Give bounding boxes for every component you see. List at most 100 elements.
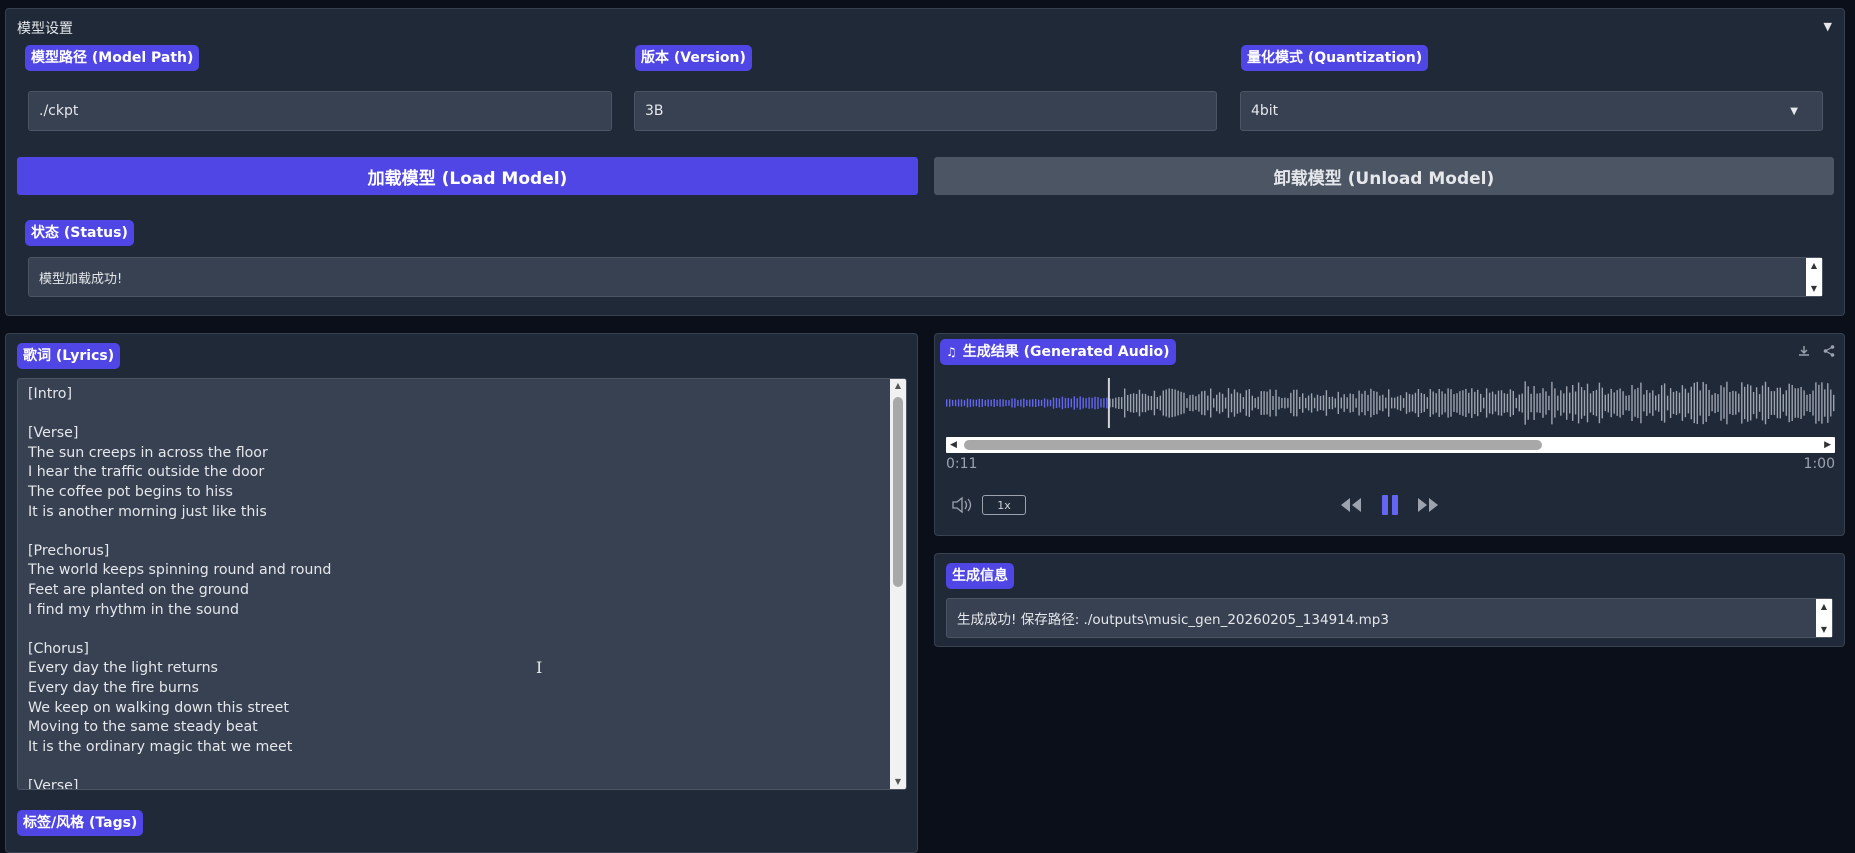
waveform-bar	[1055, 397, 1058, 408]
rewind-icon[interactable]	[1339, 495, 1363, 515]
waveform-bar	[1076, 398, 1078, 408]
waveform-bar	[1251, 395, 1253, 411]
waveform-bar	[1364, 390, 1366, 416]
lyrics-textarea[interactable]: [Intro] [Verse] The sun creeps in across…	[17, 378, 907, 790]
playhead[interactable]	[1107, 378, 1110, 428]
waveform-bar	[1052, 397, 1055, 409]
download-icon[interactable]	[1793, 340, 1815, 362]
waveform-bar	[1803, 390, 1805, 416]
waveform-bar	[1557, 395, 1559, 411]
waveform-bar	[1070, 398, 1072, 408]
waveform-bar	[1168, 388, 1170, 418]
waveform-bar	[1124, 388, 1126, 418]
waveform-bar	[1183, 392, 1185, 414]
waveform-bar	[1061, 396, 1064, 410]
audio-label-text: 生成结果 (Generated Audio)	[962, 344, 1170, 360]
status-textbox[interactable]: 模型加载成功! ▲ ▼	[28, 257, 1823, 297]
waveform-bar	[966, 398, 969, 408]
waveform-bar	[949, 399, 951, 407]
fast-forward-icon[interactable]	[1416, 495, 1440, 515]
waveform-bar	[1809, 394, 1811, 412]
audio-waveform[interactable]	[945, 378, 1835, 428]
info-textbox[interactable]: 生成成功! 保存路径: ./outputs\music_gen_20260205…	[946, 598, 1833, 638]
waveform-bar	[1064, 397, 1067, 409]
share-icon[interactable]	[1818, 340, 1840, 362]
waveform-bar	[1563, 393, 1565, 413]
waveform-bar	[1118, 397, 1120, 409]
waveform-bar	[1818, 384, 1820, 422]
waveform-bar	[1272, 396, 1274, 410]
waveform-bar	[1236, 392, 1239, 414]
waveform-bar	[1500, 390, 1503, 416]
waveform-bar	[1340, 397, 1342, 409]
waveform-bar	[1494, 394, 1497, 412]
waveform-bar	[1162, 390, 1164, 416]
waveform-bar	[957, 399, 960, 407]
waveform-bar	[1138, 389, 1141, 417]
waveform-bar	[1661, 385, 1663, 421]
waveform-bar	[1043, 398, 1046, 408]
waveform-bar	[1144, 393, 1147, 413]
playback-speed-button[interactable]: 1x	[982, 495, 1026, 515]
scroll-up-icon[interactable]: ▲	[890, 379, 906, 393]
accordion-title[interactable]: 模型设置	[17, 18, 73, 38]
waveform-bar	[1566, 386, 1568, 420]
lyrics-scrollbar[interactable]: ▲ ▼	[890, 379, 906, 789]
lyrics-text: [Intro] [Verse] The sun creeps in across…	[28, 386, 332, 790]
scroll-right-icon[interactable]: ▶	[1824, 437, 1831, 453]
waveform-bar	[1266, 391, 1268, 415]
quantization-select[interactable]: 4bit ▼	[1240, 91, 1823, 131]
status-scrollbar[interactable]: ▲ ▼	[1806, 258, 1822, 296]
waveform-bar	[1005, 399, 1007, 407]
waveform-bar	[1738, 393, 1740, 413]
waveform-bar	[1150, 396, 1153, 411]
tags-label: 标签/风格 (Tags)	[17, 810, 144, 836]
model-path-input[interactable]: ./ckpt	[28, 91, 612, 131]
waveform-bar	[1770, 391, 1773, 415]
text-cursor-icon: I	[536, 658, 543, 677]
waveform-bar	[1675, 390, 1678, 415]
version-input[interactable]: 3B	[634, 91, 1217, 131]
load-model-button[interactable]: 加载模型 (Load Model)	[17, 157, 918, 195]
waveform-bar	[1079, 396, 1081, 410]
waveform-bar	[1435, 393, 1437, 413]
waveform-bar	[1204, 390, 1206, 416]
waveform-bar	[1643, 394, 1645, 412]
waveform-bar	[1521, 393, 1523, 413]
waveform-bar	[1747, 384, 1749, 422]
scroll-left-icon[interactable]: ◀	[950, 437, 957, 453]
duration: 1:00	[1803, 456, 1835, 472]
waveform-bar	[963, 400, 966, 406]
pause-icon[interactable]	[1379, 493, 1401, 517]
waveform-bar	[1702, 382, 1704, 425]
waveform-bar	[1224, 397, 1227, 409]
waveform-bar	[1046, 399, 1049, 407]
status-label: 状态 (Status)	[25, 220, 134, 246]
waveform-scrollbar[interactable]: ◀ ▶	[946, 437, 1835, 453]
unload-model-button[interactable]: 卸载模型 (Unload Model)	[934, 157, 1834, 195]
waveform-bar	[1640, 382, 1642, 424]
waveform-bar	[1242, 397, 1245, 409]
waveform-bar	[1426, 397, 1428, 409]
waveform-bar	[1432, 391, 1434, 415]
scroll-down-icon[interactable]: ▼	[890, 775, 906, 789]
waveform-bar	[1278, 396, 1280, 410]
waveform-bar	[1017, 400, 1019, 406]
collapse-icon[interactable]: ▼	[1824, 20, 1832, 33]
volume-icon[interactable]	[950, 493, 974, 517]
waveform-bar	[1595, 389, 1598, 417]
waveform-bar	[1379, 395, 1381, 411]
waveform-bar	[1655, 395, 1657, 411]
info-scrollbar[interactable]: ▲ ▼	[1816, 599, 1832, 637]
waveform-bar	[1444, 393, 1446, 413]
waveform-bar	[1613, 392, 1615, 414]
scroll-thumb[interactable]	[893, 397, 903, 587]
waveform-bar	[1663, 383, 1666, 423]
waveform-bar	[1586, 383, 1589, 423]
waveform-bar	[1026, 399, 1028, 407]
waveform-bar	[1480, 393, 1482, 413]
waveform-bar	[1465, 388, 1467, 417]
waveform-bar	[1767, 387, 1770, 419]
waveform-bar	[1711, 394, 1713, 412]
scroll-thumb[interactable]	[964, 440, 1542, 450]
